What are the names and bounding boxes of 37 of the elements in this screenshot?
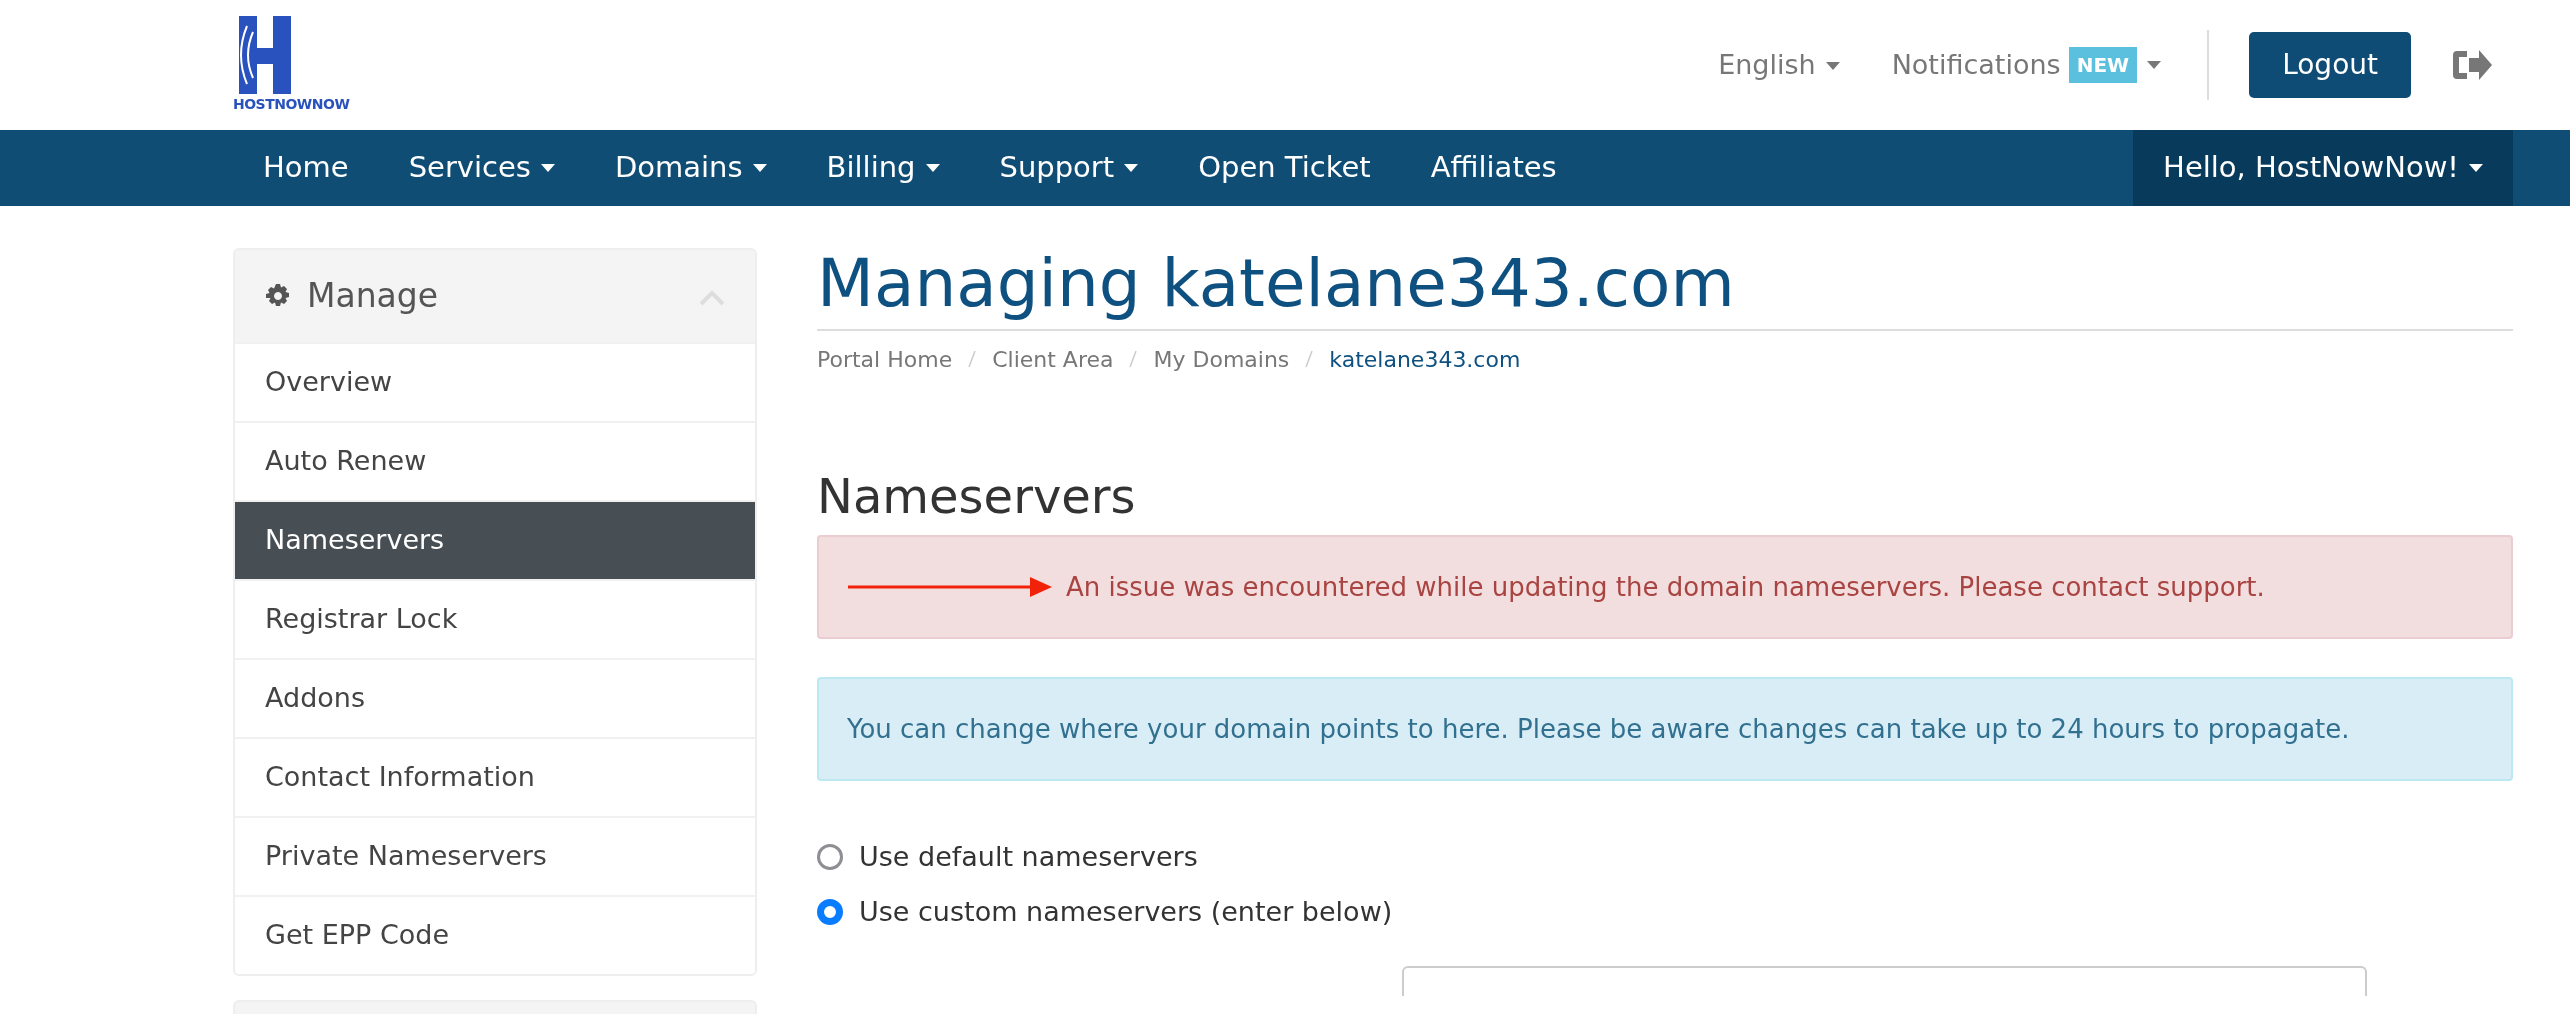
radio-button[interactable] (817, 898, 843, 925)
nav-link[interactable]: Billing (796, 130, 970, 206)
radio-label[interactable]: Use default nameservers (859, 837, 1198, 878)
section-heading: Nameservers (817, 467, 1137, 526)
notifications-menu[interactable]: Notifications NEW (1885, 43, 2168, 87)
logo-text: HOSTNOWNOW (233, 94, 350, 114)
nameserver-field[interactable] (1402, 966, 2367, 997)
nav-link[interactable]: Services (378, 130, 585, 206)
breadcrumb-current: katelane343.com (1329, 345, 1521, 374)
language-menu[interactable]: English (1712, 43, 1846, 87)
new-badge: NEW (2068, 47, 2138, 83)
breadcrumb-separator-icon (968, 350, 977, 369)
info-message: You can change where your domain points to here. Please be aware changes can take up to 24 hours to propagate. (847, 712, 2350, 746)
breadcrumb-separator-icon (1129, 350, 1138, 369)
nav-link[interactable]: Support (969, 130, 1169, 206)
breadcrumb-link[interactable]: My Domains (1153, 342, 1290, 376)
sidebar-item[interactable]: Get EPP Code (235, 895, 755, 974)
nav-link[interactable]: Open Ticket (1168, 130, 1401, 206)
error-message: An issue was encountered while updating the domain nameservers. Please contact support. (1066, 570, 2265, 604)
nav-link[interactable]: Domains (584, 130, 797, 206)
nav-link[interactable]: Affiliates (1400, 130, 1587, 206)
user-menu[interactable]: Hello, HostNowNow! (2133, 130, 2513, 206)
sidebar-item[interactable]: Nameservers (235, 500, 755, 579)
breadcrumb-link[interactable]: Portal Home (817, 342, 953, 376)
breadcrumb-separator-icon (1305, 350, 1314, 369)
page-title: Managing katelane343.com (817, 248, 1736, 321)
arrow-icon (848, 577, 1052, 598)
radio-label[interactable]: Use custom nameservers (enter below) (859, 891, 1393, 933)
gear-icon (265, 283, 291, 309)
nav-link[interactable]: Home (233, 130, 379, 206)
breadcrumb-link[interactable]: Client Area (992, 342, 1114, 376)
caret-icon (2147, 61, 2162, 69)
caret-icon (1825, 62, 1840, 71)
caret-icon (2469, 164, 2483, 172)
sidebar-title: Manage (307, 275, 439, 318)
logout-button[interactable]: Logout (2249, 32, 2411, 98)
radio-button[interactable] (817, 844, 843, 871)
